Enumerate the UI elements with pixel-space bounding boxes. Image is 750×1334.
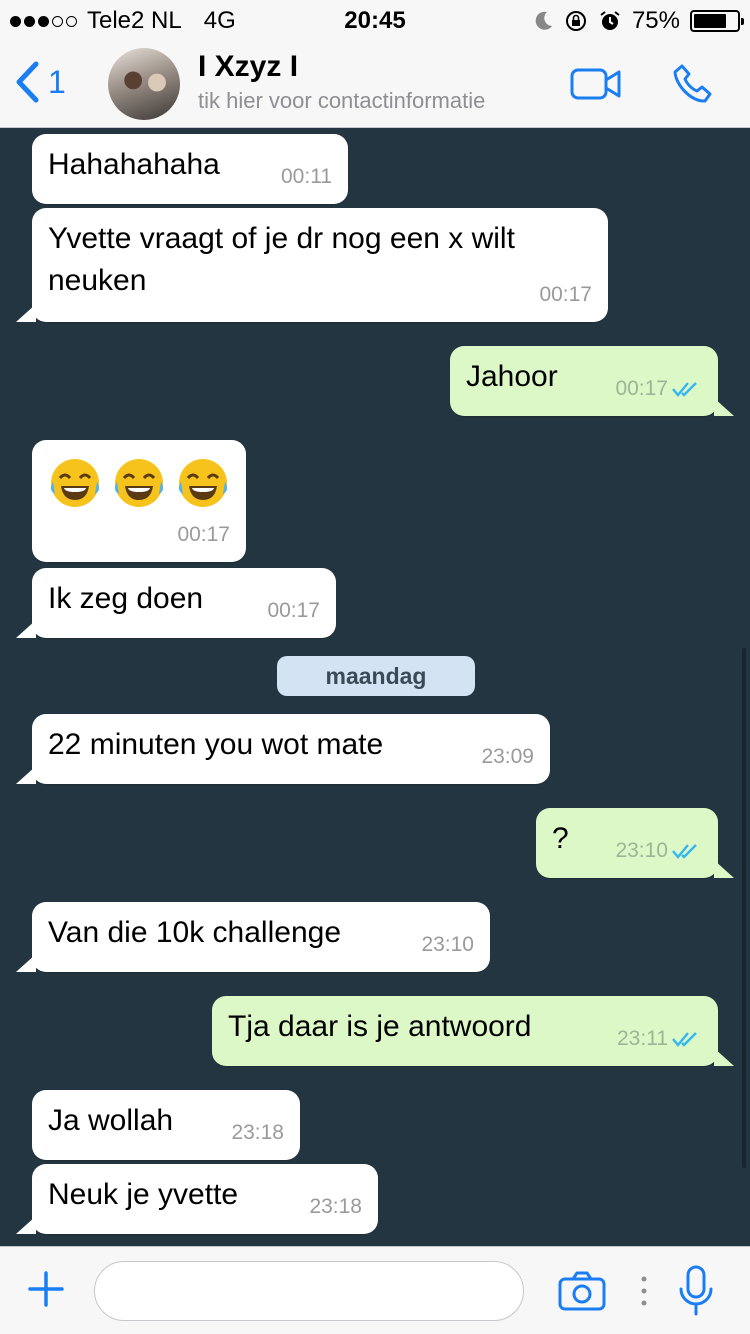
unread-count: 1 <box>48 63 66 100</box>
message-text: Ja wollah <box>48 1104 174 1137</box>
alarm-icon <box>600 11 620 30</box>
message-time: 00:11 <box>281 165 332 188</box>
message-text: Van die 10k challenge <box>48 916 341 949</box>
status-bar: Tele2 NL 4G 20:45 75% <box>0 0 750 40</box>
message-incoming[interactable]: Ja wollah 23:18 <box>32 1090 300 1160</box>
message-time: 00:17 <box>267 599 320 622</box>
contact-info[interactable]: I Xzyz I tik hier voor contactinformatie <box>198 50 485 114</box>
message-outgoing[interactable]: Jahoor 00:17 <box>450 346 734 416</box>
message-incoming[interactable]: Van die 10k challenge 23:10 <box>16 902 490 972</box>
top-bar: Tele2 NL 4G 20:45 75% 1 I Xzyz I tik hie… <box>0 0 750 128</box>
message-input[interactable] <box>94 1261 524 1321</box>
emoji-row <box>48 450 230 510</box>
message-time: 23:10 <box>421 933 474 956</box>
message-time: 23:10 <box>615 839 668 862</box>
message-text: Yvette vraagt of je dr nog een x wilt ne… <box>48 222 515 297</box>
message-time: 23:09 <box>481 745 534 768</box>
message-time: 00:17 <box>539 283 592 306</box>
message-incoming[interactable]: Hahahahaha 00:11 <box>32 134 348 204</box>
message-time: 23:18 <box>309 1195 362 1218</box>
scrollbar[interactable] <box>742 648 746 1168</box>
moon-icon <box>535 11 552 30</box>
battery-icon <box>690 10 744 32</box>
tears-of-joy-emoji-icon <box>114 459 164 507</box>
phone-icon[interactable] <box>672 62 716 106</box>
avatar[interactable] <box>108 48 180 120</box>
message-meta: 00:17 <box>615 368 702 410</box>
camera-icon[interactable] <box>558 1271 606 1311</box>
message-meta: 23:10 <box>615 830 702 872</box>
read-ticks-icon <box>672 844 697 859</box>
message-list[interactable]: Hahahahaha 00:11 Yvette vraagt of je dr … <box>0 128 750 1246</box>
contact-subtitle: tik hier voor contactinformatie <box>198 88 486 113</box>
plus-icon[interactable] <box>26 1269 66 1309</box>
message-text: 22 minuten you wot mate <box>48 728 384 761</box>
message-time: 00:17 <box>177 523 230 546</box>
day-separator: maandag <box>277 656 475 696</box>
message-text: Ik zeg doen <box>48 582 204 615</box>
contact-name: I Xzyz I <box>198 50 299 83</box>
more-dots-icon[interactable] <box>640 1275 648 1307</box>
composer-bar <box>0 1246 750 1334</box>
message-time: 23:18 <box>231 1121 284 1144</box>
message-time: 00:17 <box>615 377 668 400</box>
message-meta: 23:11 <box>617 1018 702 1060</box>
message-incoming[interactable]: Ik zeg doen 00:17 <box>16 568 336 638</box>
message-outgoing[interactable]: ? 23:10 <box>536 808 734 878</box>
call-actions <box>570 62 716 106</box>
battery-percent: 75% <box>631 7 680 34</box>
message-text: Jahoor <box>466 360 558 393</box>
chat-header: 1 I Xzyz I tik hier voor contactinformat… <box>0 40 750 128</box>
message-incoming-emoji[interactable]: 00:17 <box>32 440 246 562</box>
message-time: 23:11 <box>617 1027 668 1050</box>
message-text: Neuk je yvette <box>48 1178 239 1211</box>
tears-of-joy-emoji-icon <box>50 459 100 507</box>
message-incoming[interactable]: 22 minuten you wot mate 23:09 <box>16 714 550 784</box>
status-right: 75% <box>534 7 744 35</box>
lock-rotation-icon <box>565 11 586 31</box>
microphone-icon[interactable] <box>678 1265 714 1317</box>
message-incoming[interactable]: Neuk je yvette 23:18 <box>16 1164 378 1234</box>
video-call-icon[interactable] <box>570 67 622 101</box>
back-chevron-icon <box>16 61 39 103</box>
back-button[interactable]: 1 <box>14 60 66 104</box>
message-incoming[interactable]: Yvette vraagt of je dr nog een x wilt ne… <box>16 208 608 322</box>
read-ticks-icon <box>672 1032 697 1047</box>
message-text: Hahahahaha <box>48 148 220 181</box>
tears-of-joy-emoji-icon <box>178 459 228 507</box>
message-outgoing[interactable]: Tja daar is je antwoord 23:11 <box>212 996 734 1066</box>
read-ticks-icon <box>672 382 697 397</box>
message-text: Tja daar is je antwoord <box>228 1010 532 1043</box>
message-text: ? <box>552 822 569 855</box>
